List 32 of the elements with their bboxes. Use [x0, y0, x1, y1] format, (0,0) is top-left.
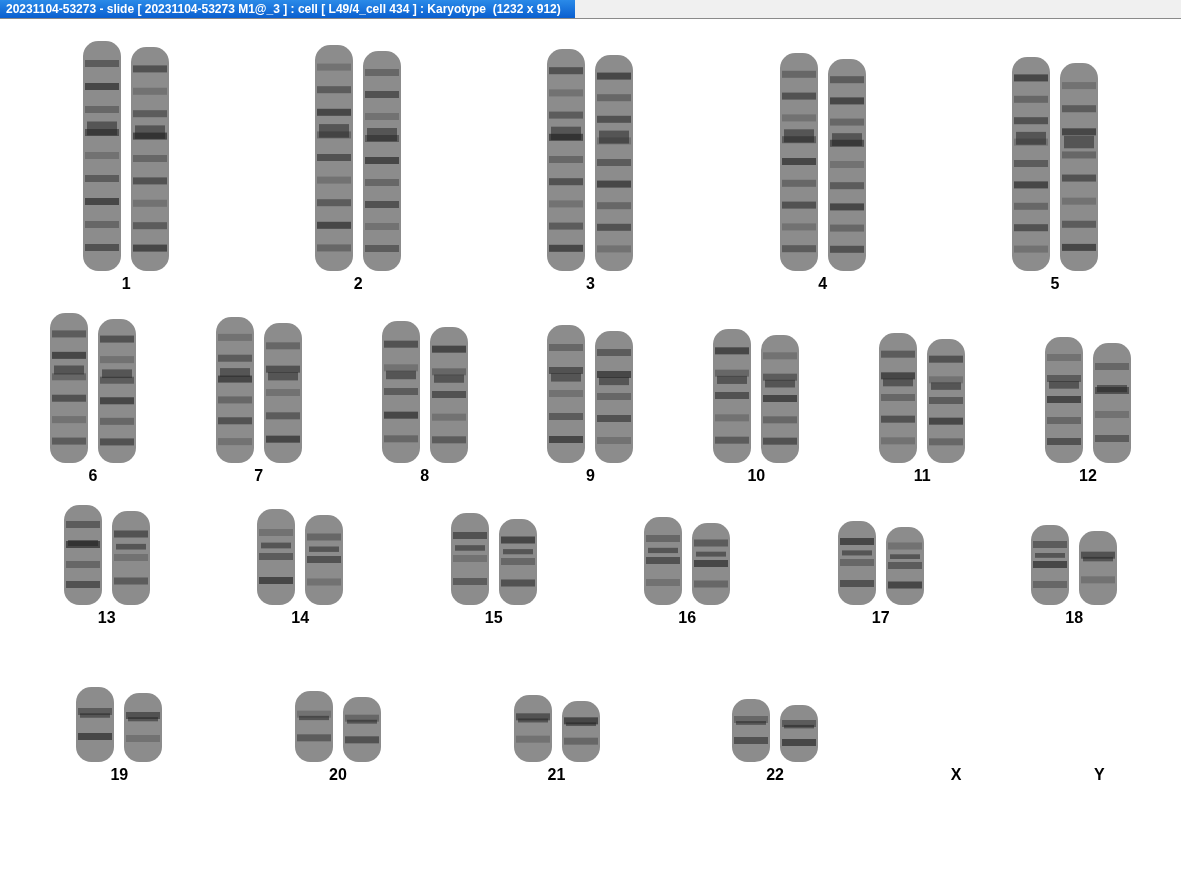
chromosome-number: 5: [1050, 275, 1060, 293]
chromosome-number: Y: [1094, 766, 1105, 784]
chromosome-number: 20: [329, 766, 347, 784]
chromosome-number: 8: [420, 467, 430, 485]
chromosome-drawing: [561, 701, 600, 762]
chromosome-drawing: [513, 695, 552, 762]
chromosome-number: 10: [747, 467, 766, 485]
chromosome-number: 12: [1079, 467, 1097, 485]
chromosome-number: 22: [766, 766, 784, 784]
chromosome-number: 1: [121, 275, 131, 293]
chromosome-number: 11: [913, 467, 931, 485]
chromosome-number: 15: [484, 609, 503, 627]
chromosome-drawing: [732, 699, 771, 762]
chromosome-number: 9: [586, 467, 595, 485]
chromosome-number: 4: [818, 275, 828, 293]
chromosome-number: 21: [547, 766, 566, 784]
window-title: 20231104-53273 - slide [ 20231104-53273 M1@_3 ] : cell [ L49/4_cell 434 ] : Karyotype (1232 x 912): [0, 0, 575, 18]
chromosome-number: 13: [97, 609, 116, 627]
chromosome-number: 14: [291, 609, 310, 627]
chromosome-drawing: [124, 693, 163, 762]
chromosome-number: 19: [110, 766, 129, 784]
chromosome-number: 18: [1065, 609, 1084, 627]
chromosome-number: 6: [88, 467, 98, 485]
chromosome-number: 17: [871, 609, 890, 627]
chromosome-number: X: [950, 766, 962, 784]
chromosome-number: 2: [353, 275, 363, 293]
chromosome-number: 3: [586, 275, 595, 293]
chromosome-number: 7: [254, 467, 264, 485]
chromosome-number: 16: [678, 609, 697, 627]
chromosome-drawing: [780, 705, 819, 762]
chromosome-drawing: [294, 691, 333, 762]
chromosome-drawing: [342, 697, 381, 762]
